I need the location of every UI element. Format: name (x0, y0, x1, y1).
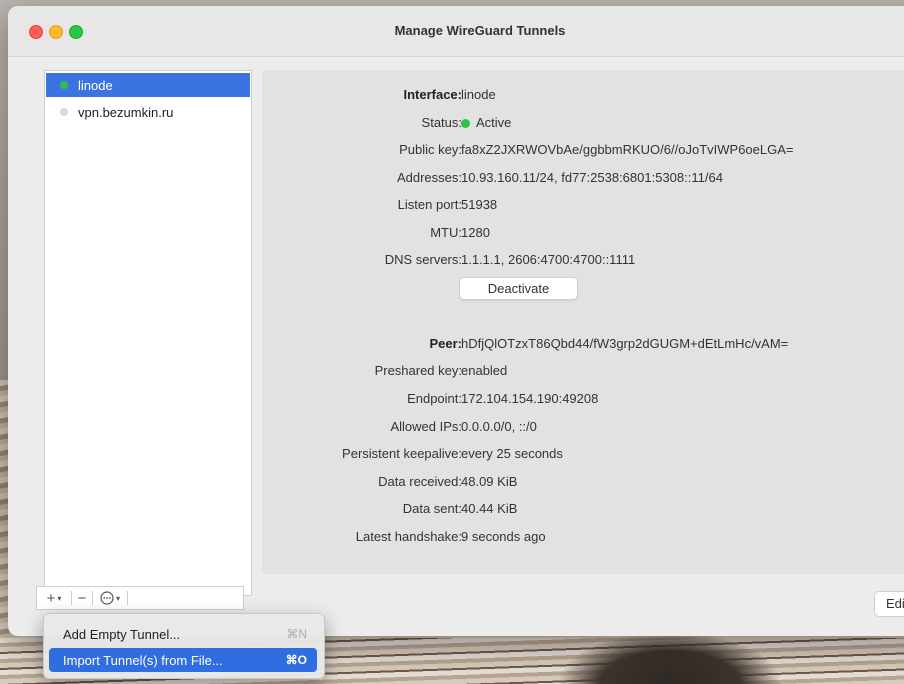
public-key-label: Public key: (399, 142, 462, 157)
listen-port-value: 51938 (461, 197, 498, 212)
menu-item-import-tunnels[interactable]: Import Tunnel(s) from File... ⌘O (49, 648, 317, 672)
tunnel-item-linode[interactable]: linode (46, 73, 250, 97)
handshake-row: Latest handshake: 9 seconds ago (262, 529, 904, 549)
menu-item-add-empty-tunnel[interactable]: Add Empty Tunnel... ⌘N (49, 622, 317, 646)
data-received-label: Data received: (378, 474, 462, 489)
minus-icon: − (77, 589, 87, 607)
tunnel-item-vpn-bezumkin[interactable]: vpn.bezumkin.ru (46, 100, 250, 124)
menu-item-label: Add Empty Tunnel... (63, 626, 181, 642)
tunnel-name: linode (78, 77, 113, 93)
menu-item-shortcut: ⌘O (285, 653, 307, 667)
dns-row: DNS servers: 1.1.1.1, 2606:4700:4700::11… (262, 252, 904, 272)
title-bar[interactable]: Manage WireGuard Tunnels (8, 6, 904, 57)
peer-label: Peer: (429, 336, 462, 351)
handshake-label: Latest handshake: (355, 529, 462, 544)
status-label: Status: (421, 115, 462, 130)
keepalive-row: Persistent keepalive: every 25 seconds (262, 446, 904, 466)
interface-name: linode (461, 87, 496, 102)
addresses-row: Addresses: 10.93.160.11/24, fd77:2538:68… (262, 170, 904, 190)
public-key-row: Public key: fa8xZ2JXRWOVbAe/ggbbmRKUO/6/… (262, 142, 904, 162)
ellipsis-circle-icon (100, 591, 114, 605)
mtu-value: 1280 (461, 225, 490, 240)
tunnel-details: Interface: linode Status: Active Public … (262, 70, 904, 574)
tunnel-name: vpn.bezumkin.ru (78, 104, 174, 120)
data-sent-row: Data sent: 40.44 KiB (262, 501, 904, 521)
more-actions-button[interactable]: ▾ (93, 587, 127, 609)
status-text: Active (476, 115, 512, 130)
remove-tunnel-button[interactable]: − (72, 587, 92, 609)
data-received-value: 48.09 KiB (461, 474, 518, 489)
interface-row: Interface: linode (262, 87, 904, 107)
wireguard-window: Manage WireGuard Tunnels linode vpn.bezu… (8, 6, 904, 636)
edit-button[interactable]: Edit (874, 591, 904, 617)
wallpaper-tree (560, 632, 780, 684)
mtu-row: MTU: 1280 (262, 225, 904, 245)
listen-port-row: Listen port: 51938 (262, 197, 904, 217)
active-status-dot (461, 119, 470, 128)
chevron-down-icon: ▾ (57, 593, 62, 603)
allowed-ips-row: Allowed IPs: 0.0.0.0/0, ::/0 (262, 419, 904, 439)
allowed-ips-label: Allowed IPs: (390, 419, 462, 434)
handshake-value: 9 seconds ago (461, 529, 546, 544)
addresses-value: 10.93.160.11/24, fd77:2538:6801:5308::11… (461, 170, 723, 185)
tunnel-status-dot (60, 81, 68, 89)
tunnel-list[interactable]: linode vpn.bezumkin.ru (44, 70, 252, 596)
allowed-ips-value: 0.0.0.0/0, ::/0 (461, 419, 537, 434)
mtu-label: MTU: (430, 225, 462, 240)
endpoint-row: Endpoint: 172.104.154.190:49208 (262, 391, 904, 411)
dns-value: 1.1.1.1, 2606:4700:4700::1111 (461, 252, 636, 267)
endpoint-label: Endpoint: (407, 391, 462, 406)
preshared-value: enabled (461, 363, 508, 378)
window-title: Manage WireGuard Tunnels (394, 23, 566, 38)
tunnel-list-toolbar: + ▾ − ▾ (36, 586, 244, 610)
peer-row: Peer: hDfjQlOTzxT86Qbd44/fW3grp2dGUGM+dE… (262, 336, 904, 356)
keepalive-label: Persistent keepalive: (342, 446, 462, 461)
data-sent-label: Data sent: (402, 501, 462, 516)
public-key-value: fa8xZ2JXRWOVbAe/ggbbmRKUO/6//oJoTvIWP6oe… (461, 142, 794, 157)
chevron-down-icon: ▾ (115, 593, 120, 603)
tunnel-status-dot (60, 108, 68, 116)
status-row: Status: Active (262, 115, 904, 135)
data-sent-value: 40.44 KiB (461, 501, 518, 516)
dns-label: DNS servers: (384, 252, 462, 267)
plus-icon: + (46, 589, 56, 607)
add-tunnel-menu: Add Empty Tunnel... ⌘N Import Tunnel(s) … (43, 613, 325, 679)
toolbar-divider (127, 591, 128, 605)
peer-public-key: hDfjQlOTzxT86Qbd44/fW3grp2dGUGM+dEtLmHc/… (461, 336, 789, 351)
interface-label: Interface: (403, 87, 462, 102)
menu-item-shortcut: ⌘N (286, 627, 307, 641)
status-value: Active (461, 115, 511, 130)
data-received-row: Data received: 48.09 KiB (262, 474, 904, 494)
keepalive-value: every 25 seconds (461, 446, 563, 461)
preshared-row: Preshared key: enabled (262, 363, 904, 383)
deactivate-button[interactable]: Deactivate (459, 277, 578, 300)
menu-item-label: Import Tunnel(s) from File... (63, 652, 223, 668)
add-tunnel-button[interactable]: + ▾ (37, 587, 71, 609)
addresses-label: Addresses: (396, 170, 462, 185)
listen-port-label: Listen port: (397, 197, 462, 212)
preshared-label: Preshared key: (374, 363, 462, 378)
endpoint-value: 172.104.154.190:49208 (461, 391, 599, 406)
